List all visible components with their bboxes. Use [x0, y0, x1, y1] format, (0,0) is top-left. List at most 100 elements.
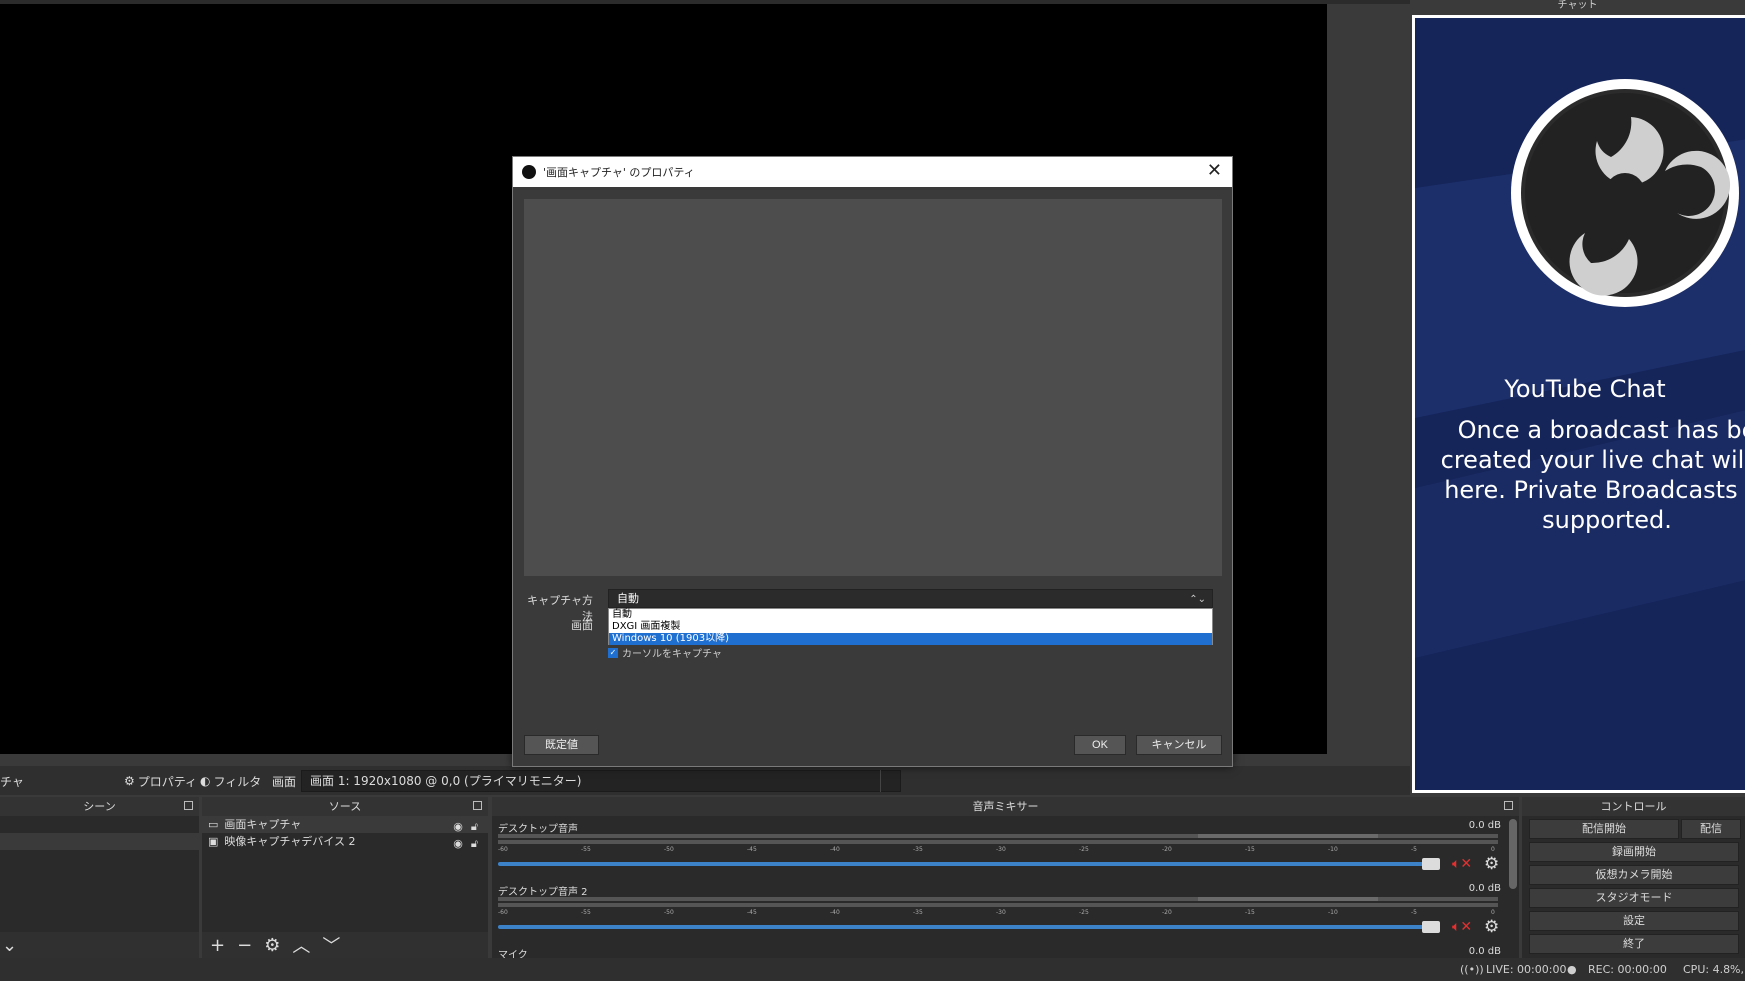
dialog-preview [524, 199, 1222, 576]
chat-panel: YouTube Chat Once a broadcast has be cre… [1412, 15, 1745, 793]
exit-button[interactable]: 終了 [1529, 934, 1739, 954]
scenes-footer: ⌄ [0, 932, 199, 958]
dropdown-option[interactable]: DXGI 画面複製 [609, 621, 1212, 633]
start-recording-button[interactable]: 録画開始 [1529, 842, 1739, 862]
volume-fader[interactable] [498, 925, 1438, 929]
volume-meter [498, 897, 1498, 901]
volume-meter [498, 903, 1498, 907]
rec-status: REC: 00:00:00 [1588, 963, 1667, 976]
volume-fader-handle[interactable] [1422, 921, 1440, 933]
muted-speaker-icon[interactable]: 🔈︎✕ [1452, 856, 1472, 872]
gear-icon: ⚙ [124, 774, 135, 788]
volume-meter [498, 834, 1498, 838]
display-select[interactable]: 画面 1: 1920x1080 @ 0,0 (プライマリモニター) [301, 770, 901, 792]
streaming-button[interactable]: 配信 [1681, 819, 1741, 839]
monitor-icon: ▭ [208, 818, 219, 831]
current-source-label: チャ [0, 775, 24, 789]
cancel-button[interactable]: キャンセル [1136, 735, 1222, 755]
scenes-title: シーン [83, 800, 116, 813]
meter-ticks: -60 -55 -50 -45 -40 -35 -30 -25 -20 -15 -10 -5… [498, 846, 1495, 853]
display-label: 画面 [272, 775, 297, 789]
close-icon[interactable]: ✕ [1207, 160, 1222, 181]
capture-cursor-checkbox[interactable]: ✓ カーソルをキャプチャ [608, 645, 722, 660]
cpu-status: CPU: 4.8%, 6 [1683, 963, 1745, 976]
sources-dock: ソース ▭ 画面キャプチャ ◉ 🔓︎ ▣ 映像キャプチャデバイス 2 ◉ 🔓︎ + … [202, 797, 488, 958]
track-db: 0.0 dB [1468, 946, 1501, 957]
gear-icon[interactable]: ⚙ [1484, 854, 1499, 874]
mixer-title: 音声ミキサー [972, 800, 1039, 813]
sources-footer: + − ⚙ ︿ ﹀ [202, 932, 488, 958]
capture-method-select[interactable]: 自動 ⌃⌄ [608, 589, 1213, 608]
defaults-button[interactable]: 既定値 [524, 735, 599, 755]
capture-cursor-label: カーソルをキャプチャ [622, 649, 722, 660]
ok-button[interactable]: OK [1074, 735, 1126, 755]
gear-icon[interactable]: ⚙ [1484, 917, 1499, 937]
gear-icon[interactable]: ⚙ [264, 935, 280, 956]
controls-dock: コントロール 配信開始 配信 録画開始 仮想カメラ開始 スタジオモード 設定 終… [1522, 797, 1745, 958]
source-item-label: 画面キャプチャ [224, 818, 302, 831]
scenes-header: シーン [0, 797, 199, 816]
filter-icon: ◐ [200, 774, 211, 788]
scenes-dock: シーン ⌄ [0, 797, 199, 958]
capture-method-value: 自動 [617, 592, 639, 605]
float-icon[interactable] [184, 801, 193, 810]
display-field-label: 画面 [571, 619, 593, 632]
sources-header: ソース [202, 797, 488, 816]
properties-button[interactable]: ⚙ プロパティ [124, 770, 197, 792]
chevron-down-icon[interactable]: ⌄ [2, 935, 17, 956]
dropdown-option[interactable]: 自動 [609, 609, 1212, 621]
lock-icon[interactable]: 🔓︎ [471, 835, 478, 852]
properties-label: プロパティ [137, 774, 198, 789]
remove-icon[interactable]: − [237, 935, 252, 956]
controls-title: コントロール [1600, 800, 1667, 813]
display-select-arrow-icon[interactable] [880, 770, 900, 792]
float-icon[interactable] [473, 801, 482, 810]
dropdown-option-selected[interactable]: Windows 10 (1903以降) [609, 633, 1212, 645]
volume-fader-handle[interactable] [1422, 858, 1440, 870]
meter-ticks: -60 -55 -50 -45 -40 -35 -30 -25 -20 -15 -10 -5… [498, 909, 1495, 916]
dialog-title: '画面キャプチャ' のプロパティ [543, 166, 695, 179]
source-item-label: 映像キャプチャデバイス 2 [224, 835, 356, 848]
scene-row[interactable] [0, 833, 199, 850]
chat-heading: YouTube Chat [1504, 375, 1666, 403]
mixer-scrollbar[interactable] [1509, 819, 1517, 889]
settings-button[interactable]: 設定 [1529, 911, 1739, 931]
mixer-track: デスクトップ音声 0.0 dB -60 -55 -50 -45 -40 -35 -30… [492, 816, 1519, 879]
sources-title: ソース [328, 800, 362, 813]
mixer-track: マイク 0.0 dB [492, 942, 1519, 961]
filters-button[interactable]: ◐ フィルタ [200, 770, 261, 792]
add-icon[interactable]: + [210, 935, 225, 956]
source-toolbar: チャ ⚙ プロパティ ◐ フィルタ 画面 画面 1: 1920x1080 @ 0… [0, 766, 1410, 795]
properties-dialog: '画面キャプチャ' のプロパティ ✕ キャプチャ方法 自動 ⌃⌄ 画面 自動 D… [512, 156, 1233, 767]
volume-meter [498, 840, 1498, 844]
audio-mixer-dock: 音声ミキサー デスクトップ音声 0.0 dB -60 -55 -50 -45 -40… [492, 797, 1519, 961]
camera-icon: ▣ [208, 835, 219, 848]
obs-logo-icon [1511, 79, 1739, 307]
checkmark-icon: ✓ [608, 647, 618, 658]
obs-app-icon [522, 165, 536, 179]
volume-fader[interactable] [498, 862, 1438, 866]
filters-label: フィルタ [213, 774, 262, 789]
chevron-up-icon[interactable]: ︿ [292, 932, 310, 958]
select-arrow-icon: ⌃⌄ [1189, 594, 1206, 605]
eye-icon[interactable]: ◉ [453, 835, 463, 852]
live-icon: ((•)) [1460, 963, 1484, 976]
capture-method-dropdown: 自動 DXGI 画面複製 Windows 10 (1903以降) [608, 608, 1213, 645]
source-item[interactable]: ▭ 画面キャプチャ ◉ 🔓︎ [202, 816, 488, 833]
start-streaming-button[interactable]: 配信開始 [1529, 819, 1679, 839]
live-status: LIVE: 00:00:00 [1486, 963, 1567, 976]
mixer-header: 音声ミキサー [492, 797, 1519, 816]
float-icon[interactable] [1504, 801, 1513, 810]
source-item[interactable]: ▣ 映像キャプチャデバイス 2 ◉ 🔓︎ [202, 833, 488, 850]
rec-icon: ● [1567, 963, 1577, 976]
track-db: 0.0 dB [1468, 820, 1501, 831]
scene-row[interactable] [0, 816, 199, 833]
chat-body-text: Once a broadcast has be created your liv… [1440, 416, 1745, 534]
chat-dock-title: チャット [1557, 0, 1598, 11]
studio-mode-button[interactable]: スタジオモード [1529, 888, 1739, 908]
track-db: 0.0 dB [1468, 883, 1501, 894]
dialog-titlebar: '画面キャプチャ' のプロパティ ✕ [513, 157, 1232, 187]
start-virtual-camera-button[interactable]: 仮想カメラ開始 [1529, 865, 1739, 885]
muted-speaker-icon[interactable]: 🔈︎✕ [1452, 919, 1472, 935]
chevron-down-icon[interactable]: ﹀ [322, 932, 340, 958]
